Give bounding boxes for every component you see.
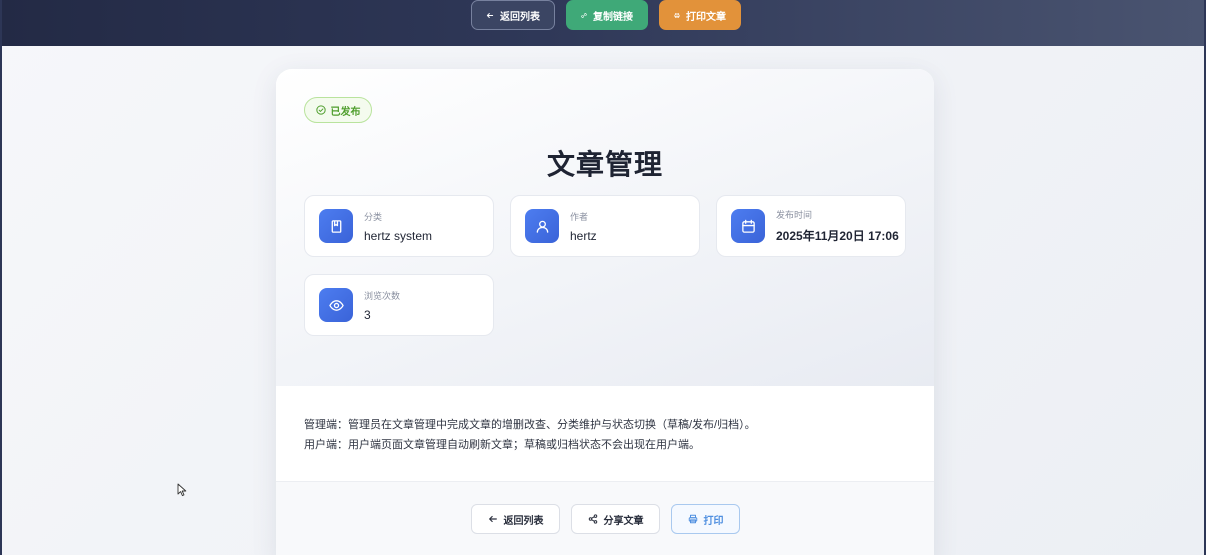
check-circle-icon xyxy=(315,105,326,115)
body-line: 用户端：用户端页面文章管理自动刷新文章；草稿或归档状态不会出现在用户端。 xyxy=(304,439,700,451)
print-article-label: 打印文章 xyxy=(686,11,726,23)
footer-back-button[interactable]: 返回列表 xyxy=(471,504,560,534)
page-title: 文章管理 xyxy=(546,149,663,180)
meta-author-label: 作者 xyxy=(570,211,589,222)
link-icon xyxy=(581,12,587,18)
copy-link-label: 复制链接 xyxy=(593,11,633,23)
app-frame: 返回列表 复制链接 打印文章 已发布 文章管理 分类 hertz system … xyxy=(0,0,1206,555)
meta-category: 分类 hertz system xyxy=(304,195,494,257)
share-article-label: 分享文章 xyxy=(603,515,644,527)
meta-category-label: 分类 xyxy=(364,211,383,222)
meta-publish-value: 2025年11月20日 17:06 xyxy=(776,229,899,243)
meta-views-value: 3 xyxy=(364,307,371,322)
top-back-label: 返回列表 xyxy=(500,11,540,23)
footer-back-label: 返回列表 xyxy=(503,515,544,527)
printer-icon xyxy=(688,514,697,524)
status-label: 已发布 xyxy=(330,106,361,118)
meta-views-label: 浏览次数 xyxy=(364,290,401,301)
share-article-button[interactable]: 分享文章 xyxy=(571,504,660,534)
meta-category-value: hertz system xyxy=(364,228,433,243)
share-icon xyxy=(588,514,597,524)
printer-icon xyxy=(674,12,680,18)
eye-icon xyxy=(319,288,353,322)
calendar-icon xyxy=(731,209,765,243)
meta-views: 浏览次数 3 xyxy=(304,274,494,336)
print-article-button[interactable]: 打印文章 xyxy=(659,0,741,30)
status-badge: 已发布 xyxy=(304,97,372,123)
meta-publish-label: 发布时间 xyxy=(776,210,813,220)
copy-link-button[interactable]: 复制链接 xyxy=(566,0,648,30)
user-icon xyxy=(525,209,559,243)
meta-grid: 分类 hertz system 作者 hertz 发布时间 2025年11月20… xyxy=(304,195,906,336)
footer-actions: 返回列表 分享文章 打印 xyxy=(471,504,740,534)
body-line: 管理端：管理员在文章管理中完成文章的增删改查、分类维护与状态切换（草稿/发布/归… xyxy=(304,419,756,431)
meta-publish-time: 发布时间 2025年11月20日 17:06 xyxy=(716,195,906,257)
top-back-button[interactable]: 返回列表 xyxy=(471,0,555,30)
arrow-left-icon xyxy=(486,12,494,18)
footer-print-button[interactable]: 打印 xyxy=(671,504,740,534)
top-actions: 返回列表 复制链接 打印文章 xyxy=(471,0,741,30)
book-icon xyxy=(319,209,353,243)
meta-author: 作者 hertz xyxy=(510,195,700,257)
mouse-cursor-icon xyxy=(177,483,187,497)
article-header: 已发布 文章管理 分类 hertz system 作者 hertz 发布时间 2… xyxy=(276,69,934,386)
arrow-left-icon xyxy=(488,515,497,523)
article-card: 已发布 文章管理 分类 hertz system 作者 hertz 发布时间 2… xyxy=(276,69,934,555)
meta-author-value: hertz xyxy=(570,228,597,243)
article-footer: 返回列表 分享文章 打印 xyxy=(276,482,934,555)
top-bar: 返回列表 复制链接 打印文章 xyxy=(2,0,1204,46)
footer-print-label: 打印 xyxy=(703,515,724,527)
article-body: 管理端：管理员在文章管理中完成文章的增删改查、分类维护与状态切换（草稿/发布/归… xyxy=(276,386,934,482)
